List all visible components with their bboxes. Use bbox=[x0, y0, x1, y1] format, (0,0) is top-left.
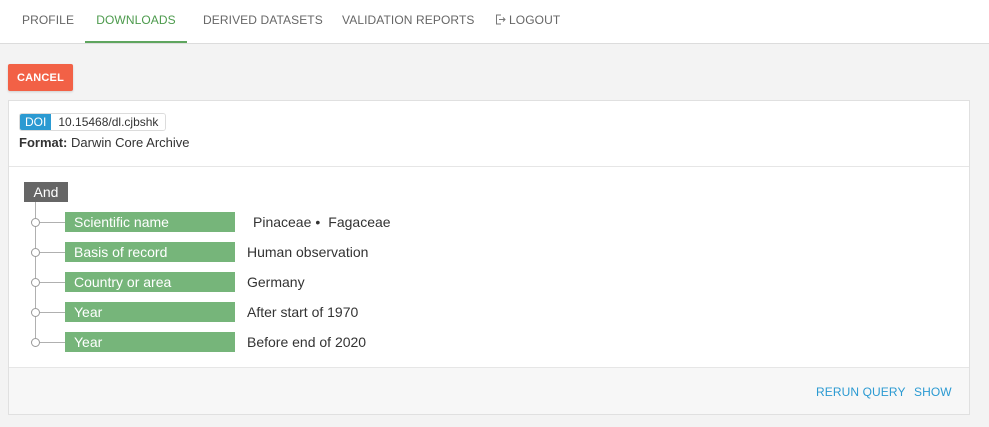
filter-row: Scientific name Pinaceae • Fagaceae bbox=[9, 212, 969, 232]
filter-label: Country or area bbox=[65, 272, 235, 292]
tree-branch bbox=[40, 342, 65, 343]
tab-validation-reports[interactable]: VALIDATION REPORTS bbox=[342, 0, 475, 43]
filter-label: Basis of record bbox=[65, 242, 235, 262]
filter-value: Before end of 2020 bbox=[247, 334, 367, 350]
format-key: Format: bbox=[19, 135, 68, 150]
filter-label: Year bbox=[65, 302, 235, 322]
tree-node bbox=[31, 338, 40, 347]
filter-row: Year Before end of 2020 bbox=[9, 332, 969, 352]
show-link[interactable]: SHOW bbox=[914, 385, 952, 399]
filter-row: Country or area Germany bbox=[9, 272, 969, 292]
separator-dot: • bbox=[315, 214, 321, 230]
download-card: DOI 10.15468/dl.cjbshk Format: Darwin Co… bbox=[8, 100, 970, 415]
cancel-button[interactable]: CANCEL bbox=[8, 64, 73, 91]
doi-value: 10.15468/dl.cjbshk bbox=[51, 114, 166, 130]
tree-node bbox=[31, 308, 40, 317]
format-value: Darwin Core Archive bbox=[71, 135, 190, 150]
logout-label: LOGOUT bbox=[509, 13, 561, 27]
tab-logout[interactable]: LOGOUT bbox=[495, 0, 560, 43]
top-nav: PROFILE DOWNLOADS DERIVED DATASETS VALID… bbox=[0, 0, 989, 44]
logout-icon bbox=[496, 14, 506, 25]
tab-derived-datasets[interactable]: DERIVED DATASETS bbox=[203, 0, 323, 43]
tab-profile[interactable]: PROFILE bbox=[22, 0, 74, 43]
filter-value: After start of 1970 bbox=[247, 304, 359, 320]
tree-node bbox=[31, 278, 40, 287]
filter-value-item: Pinaceae bbox=[253, 214, 312, 230]
rerun-query-link[interactable]: RERUN QUERY bbox=[816, 385, 906, 399]
filter-row: Basis of record Human observation bbox=[9, 242, 969, 262]
query-tree: And Scientific name Pinaceae • Fagaceae Ba… bbox=[9, 167, 969, 367]
filter-value-item: Fagaceae bbox=[328, 214, 391, 230]
doi-label: DOI bbox=[20, 114, 52, 130]
tree-node bbox=[31, 218, 40, 227]
tab-downloads[interactable]: DOWNLOADS bbox=[85, 0, 187, 43]
filter-value: Pinaceae • Fagaceae bbox=[253, 212, 391, 232]
tree-branch bbox=[40, 252, 65, 253]
tree-node bbox=[31, 248, 40, 257]
tree-branch bbox=[40, 282, 65, 283]
filter-value: Germany bbox=[247, 274, 305, 290]
download-header: DOI 10.15468/dl.cjbshk Format: Darwin Co… bbox=[9, 101, 969, 167]
filter-label: Year bbox=[65, 332, 235, 352]
format-line: Format: Darwin Core Archive bbox=[19, 135, 190, 150]
operator-badge: And bbox=[24, 182, 68, 202]
card-footer: RERUN QUERY SHOW bbox=[9, 367, 969, 414]
tree-branch bbox=[40, 312, 65, 313]
doi-badge[interactable]: DOI 10.15468/dl.cjbshk bbox=[19, 113, 167, 131]
filter-value: Human observation bbox=[247, 244, 369, 260]
filter-label: Scientific name bbox=[65, 212, 235, 232]
tree-branch bbox=[40, 222, 65, 223]
filter-row: Year After start of 1970 bbox=[9, 302, 969, 322]
